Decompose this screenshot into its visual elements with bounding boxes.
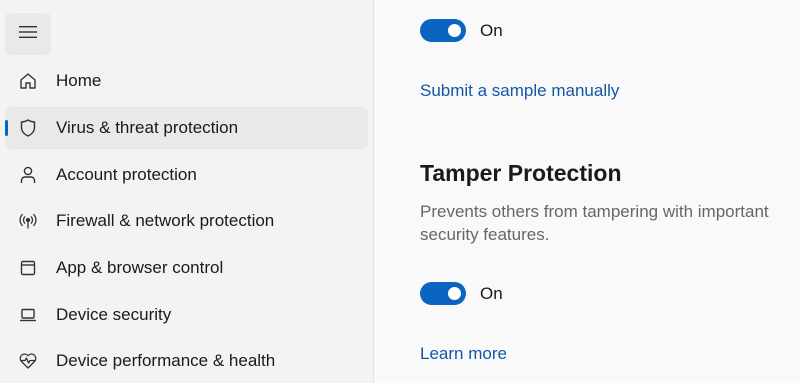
sidebar-item-label: Home [56, 71, 102, 90]
sidebar-item-label: Firewall & network protection [56, 211, 275, 230]
app-window-icon [18, 258, 38, 278]
sidebar-item-label: Device performance & health [56, 351, 276, 370]
sidebar-item-label: App & browser control [56, 258, 224, 277]
wireless-antenna-icon [18, 211, 38, 231]
heart-pulse-icon [18, 351, 38, 371]
selection-indicator [5, 120, 8, 136]
sidebar-item-device-performance-health[interactable]: Device performance & health [5, 340, 368, 382]
sidebar: Home Virus & threat protection Account p… [0, 0, 373, 383]
sidebar-item-home[interactable]: Home [5, 60, 368, 102]
section-title: Tamper Protection [420, 160, 622, 186]
tamper-protection-toggle[interactable] [420, 282, 466, 305]
toggle-state-label: On [480, 21, 503, 40]
sidebar-item-device-security[interactable]: Device security [5, 294, 368, 336]
shield-icon [18, 118, 38, 138]
sidebar-item-virus-threat-protection[interactable]: Virus & threat protection [5, 107, 368, 149]
section-description: Prevents others from tampering with impo… [420, 202, 769, 244]
toggle-state-label: On [480, 284, 503, 303]
submit-sample-link[interactable]: Submit a sample manually [420, 81, 619, 101]
hamburger-menu-icon [19, 25, 37, 44]
sidebar-item-label: Virus & threat protection [56, 118, 239, 137]
main-content: On Submit a sample manually Tamper Prote… [374, 0, 800, 383]
sidebar-item-label: Device security [56, 305, 172, 324]
laptop-icon [18, 305, 38, 325]
sidebar-item-account-protection[interactable]: Account protection [5, 154, 368, 196]
sidebar-item-app-browser-control[interactable]: App & browser control [5, 247, 368, 289]
cloud-protection-toggle[interactable] [420, 19, 466, 42]
sidebar-item-label: Account protection [56, 165, 197, 184]
home-icon [18, 71, 38, 91]
menu-button[interactable] [5, 13, 51, 55]
sidebar-item-firewall-network-protection[interactable]: Firewall & network protection [5, 200, 368, 242]
person-icon [18, 165, 38, 185]
toggle-knob [448, 287, 461, 300]
learn-more-link[interactable]: Learn more [420, 344, 507, 364]
toggle-knob [448, 24, 461, 37]
